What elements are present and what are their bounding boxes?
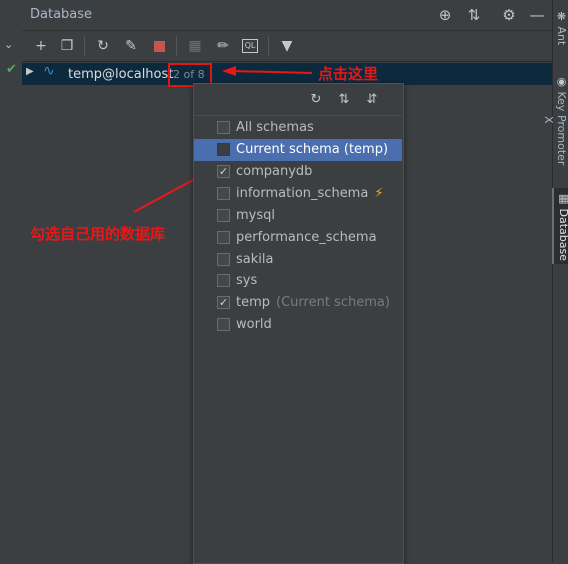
- schema-item-sakila[interactable]: sakila: [194, 249, 402, 271]
- checkbox[interactable]: [217, 143, 230, 156]
- schema-label: information_schema: [236, 186, 369, 201]
- annotation-check-database: 勾选自己用的数据库: [30, 225, 166, 243]
- schema-item-information-schema[interactable]: information_schema ⚡: [194, 183, 402, 205]
- collapse-all-icon[interactable]: ⇵: [364, 92, 380, 108]
- key-promoter-icon: ◉: [555, 74, 568, 88]
- schema-label: sys: [236, 273, 258, 288]
- schema-item-all[interactable]: All schemas: [194, 117, 402, 139]
- refresh-icon[interactable]: ↻: [308, 92, 324, 108]
- schema-label: world: [236, 317, 272, 332]
- schema-item-current[interactable]: Current schema (temp): [194, 139, 402, 161]
- side-tab-label: Database: [557, 208, 568, 261]
- checkbox[interactable]: [217, 121, 230, 134]
- schema-item-sys[interactable]: sys: [194, 270, 402, 292]
- schema-label: sakila: [236, 252, 274, 267]
- lightning-icon: ⚡: [374, 186, 384, 201]
- side-tab-ant[interactable]: ❋ Ant: [552, 8, 568, 48]
- side-tab-database[interactable]: ▦ Database: [552, 188, 568, 264]
- schema-item-performance-schema[interactable]: performance_schema: [194, 227, 402, 249]
- schema-label-wrap: temp (Current schema): [236, 295, 390, 310]
- side-tab-key-promoter[interactable]: ◉ Key Promoter X: [542, 70, 568, 170]
- popup-divider: [194, 115, 402, 116]
- schema-item-mysql[interactable]: mysql: [194, 205, 402, 227]
- annotation-click-here: 点击这里: [318, 65, 379, 83]
- checkbox[interactable]: [217, 253, 230, 266]
- schema-label-wrap: information_schema ⚡: [236, 186, 383, 201]
- side-tab-label: Ant: [555, 26, 568, 46]
- current-schema-hint: (Current schema): [276, 295, 390, 310]
- checkbox[interactable]: [217, 274, 230, 287]
- expand-all-icon[interactable]: ⇅: [336, 92, 352, 108]
- schema-label: temp: [236, 295, 271, 310]
- schema-label: companydb: [236, 164, 313, 179]
- checkbox[interactable]: [217, 187, 230, 200]
- schema-item-world[interactable]: world: [194, 314, 402, 336]
- checkbox[interactable]: [217, 209, 230, 222]
- schema-label: performance_schema: [236, 230, 377, 245]
- schema-item-temp[interactable]: ✓ temp (Current schema): [194, 292, 402, 314]
- checkbox-checked[interactable]: ✓: [217, 296, 230, 309]
- schema-item-companydb[interactable]: ✓ companydb: [194, 161, 402, 183]
- checkbox[interactable]: [217, 231, 230, 244]
- schema-label: Current schema (temp): [236, 142, 389, 157]
- schema-label: All schemas: [236, 120, 314, 135]
- database-icon: ▦: [557, 191, 568, 205]
- schema-label: mysql: [236, 208, 275, 223]
- checkbox[interactable]: [217, 318, 230, 331]
- checkbox-checked[interactable]: ✓: [217, 165, 230, 178]
- ant-icon: ❋: [555, 10, 568, 24]
